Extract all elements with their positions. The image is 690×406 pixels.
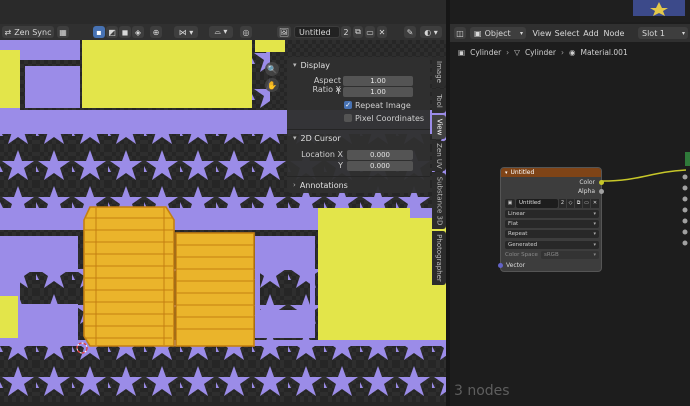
location-y-label: Y — [338, 161, 343, 170]
face-select-icon[interactable]: ◼ — [119, 26, 131, 38]
uv-editor-header: ⇄ Zen Sync ▦ ▪ ◩ ◼ ◈ ⊕ ⋈ ▾ ⌓ ▾ ◎ 🖼 Untit… — [0, 24, 446, 40]
selected-uv-island[interactable] — [83, 206, 175, 347]
chevron-down-icon: ▾ — [293, 61, 297, 69]
source-dropdown[interactable]: Generated ▾ — [505, 241, 599, 249]
zoom-icon[interactable]: 🔍 — [265, 62, 279, 76]
section-divider — [287, 129, 430, 130]
pivot-menu[interactable]: ⋈ ▾ — [174, 26, 198, 38]
annotations-section-header[interactable]: › Annotations — [287, 179, 430, 191]
chevron-right-icon: › — [293, 181, 296, 189]
image-user-count: 2 — [559, 199, 566, 208]
display-channels-menu[interactable]: ◐ ▾ — [420, 26, 442, 38]
pin-icon[interactable]: ✎ — [404, 26, 416, 38]
output-color-socket[interactable] — [599, 180, 604, 185]
chevron-down-icon: ▾ — [593, 221, 596, 227]
pan-hand-icon[interactable]: ✋ — [265, 78, 279, 92]
uv-editor-area[interactable]: ⇄ Zen Sync ▦ ▪ ◩ ◼ ◈ ⊕ ⋈ ▾ ⌓ ▾ ◎ 🖼 Untit… — [0, 0, 446, 406]
sticky-select-icon[interactable]: ⊕ — [150, 26, 162, 38]
image-name-field[interactable]: Untitled — [516, 199, 558, 208]
chevron-down-icon: ▾ — [593, 252, 596, 258]
2d-cursor-section-header[interactable]: ▾ 2D Cursor — [287, 132, 430, 144]
image-name-field[interactable]: Untitled — [294, 26, 340, 38]
tab-tool[interactable]: Tool — [432, 89, 446, 113]
location-y-field[interactable]: 0.000 — [347, 161, 413, 171]
sync-icon: ⇄ — [4, 27, 12, 37]
open-image-icon[interactable]: ▭ — [365, 26, 375, 38]
input-vector-socket[interactable] — [498, 263, 503, 268]
new-image-icon[interactable]: ⧉ — [353, 26, 363, 38]
tab-zen-uv[interactable]: Zen UV — [432, 141, 446, 171]
color-space-row: Color Space sRGB ▾ — [505, 251, 599, 259]
zen-sync-button[interactable]: ⇄ Zen Sync — [2, 26, 54, 38]
image-user-count: 2 — [341, 26, 351, 38]
aspect-ratio-x-field[interactable]: 1.00 — [343, 76, 413, 86]
pixel-coordinates-label: Pixel Coordinates — [355, 114, 425, 123]
tab-image[interactable]: Image — [432, 57, 446, 87]
node-count-overlay: 3 nodes — [454, 383, 510, 399]
display-section-header[interactable]: ▾ Display — [287, 59, 430, 71]
pixel-coordinates-checkbox[interactable] — [344, 114, 352, 122]
location-x-field[interactable]: 0.000 — [347, 150, 413, 160]
tab-view[interactable]: View — [432, 115, 446, 139]
chevron-down-icon: ▾ — [593, 231, 596, 237]
tab-substance-3d[interactable]: Substance 3D — [432, 173, 446, 229]
node-header[interactable]: ▾ Untitled — [501, 168, 601, 177]
proportional-edit-icon[interactable]: ◎ — [240, 26, 252, 38]
output-color-label: Color — [579, 179, 595, 186]
fake-user-shield-icon[interactable]: ◇ — [567, 199, 574, 208]
open-folder-icon[interactable]: ▭ — [583, 199, 590, 208]
aspect-ratio-y-label: Y — [336, 87, 341, 96]
tab-photographer[interactable]: Photographer — [432, 231, 446, 285]
image-selector: ▣ Untitled 2 ◇ ⧉ ▭ ✕ — [505, 199, 599, 208]
selected-uv-island-2[interactable] — [175, 232, 255, 347]
unlink-icon[interactable]: ✕ — [591, 199, 599, 208]
projection-dropdown[interactable]: Flat ▾ — [505, 220, 599, 228]
image-browse-icon[interactable]: ▣ — [505, 199, 515, 208]
aspect-ratio-y-field[interactable]: 1.00 — [343, 87, 413, 97]
color-space-dropdown[interactable]: sRGB ▾ — [541, 251, 599, 259]
uv-mode-icon[interactable]: ▦ — [57, 26, 69, 38]
color-space-label: Color Space — [505, 252, 538, 258]
island-select-icon[interactable]: ◈ — [132, 26, 144, 38]
unlink-image-icon[interactable]: ✕ — [377, 26, 387, 38]
section-divider — [287, 176, 430, 177]
collapse-chevron-icon[interactable]: ▾ — [505, 170, 508, 176]
image-texture-node[interactable]: ▾ Untitled Color Alpha ▣ Untitled 2 ◇ ⧉ … — [498, 167, 604, 272]
uv-top-strip — [0, 0, 446, 24]
snap-menu[interactable]: ⌓ ▾ — [209, 26, 233, 38]
vertex-select-icon[interactable]: ▪ — [93, 26, 105, 38]
chevron-down-icon: ▾ — [593, 211, 596, 217]
edge-select-icon[interactable]: ◩ — [106, 26, 118, 38]
repeat-image-checkbox[interactable]: ✓ — [344, 101, 352, 109]
repeat-image-label: Repeat Image — [355, 101, 411, 110]
location-x-label: Location X — [301, 150, 343, 159]
chevron-down-icon: ▾ — [593, 242, 596, 248]
output-alpha-label: Alpha — [577, 188, 595, 195]
interpolation-dropdown[interactable]: Linear ▾ — [505, 210, 599, 218]
chevron-down-icon: ▾ — [293, 134, 297, 142]
sidebar-panel: ▾ Display Aspect Ratio X 1.00 Y 1.00 ✓ R… — [287, 57, 430, 193]
shader-node-editor[interactable]: ◫ ▣ Object ▾ View Select Add Node Slot 1… — [450, 0, 690, 406]
duplicate-icon[interactable]: ⧉ — [575, 199, 582, 208]
input-vector-label: Vector — [506, 262, 526, 269]
extension-dropdown[interactable]: Repeat ▾ — [505, 230, 599, 238]
image-browse-icon[interactable]: 🖼 — [277, 26, 291, 38]
output-alpha-socket[interactable] — [599, 189, 604, 194]
sidebar-tabs: Image Tool View Zen UV Substance 3D Phot… — [432, 57, 446, 397]
